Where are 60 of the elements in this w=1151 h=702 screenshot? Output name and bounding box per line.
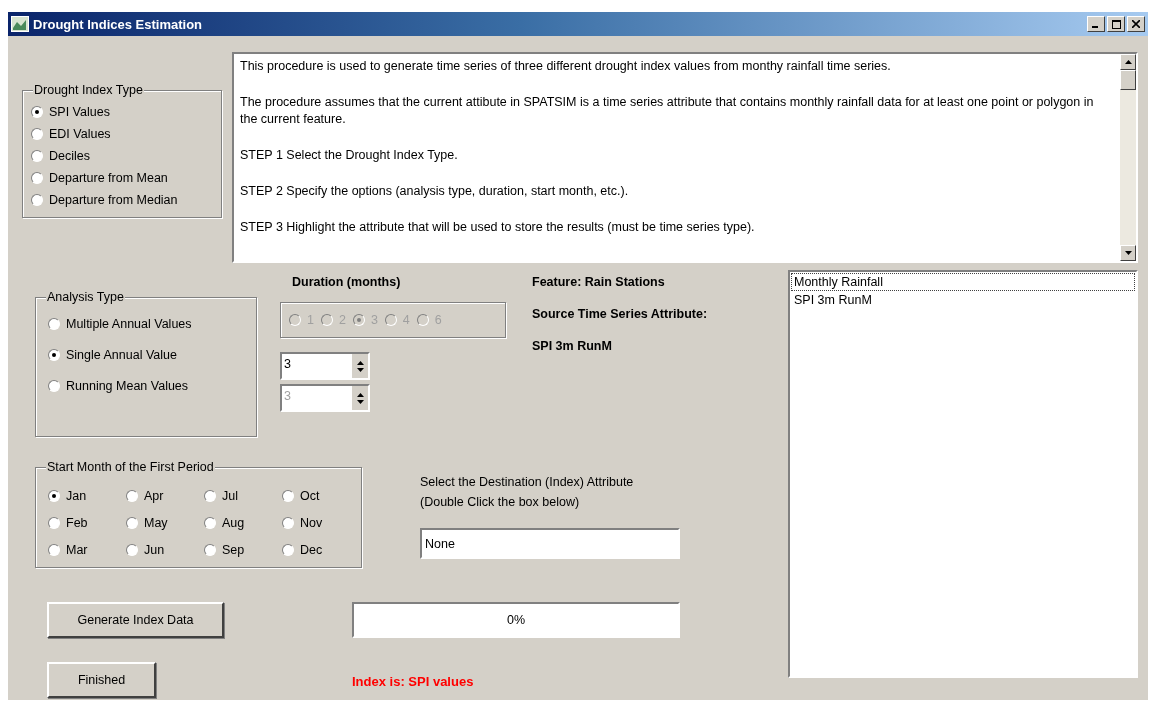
- description-paragraph: STEP 3 Highlight the attribute that will be used to store the results (must be time series type).: [240, 219, 756, 236]
- group-label: Drought Index Type: [33, 83, 144, 97]
- description-paragraph: The procedure assumes that the current attibute in SPATSIM is a time series attribute that contains monthly rainfall data for at least one point or polygon in the current feature.: [240, 94, 1095, 128]
- month-radio[interactable]: Oct: [282, 482, 360, 509]
- destination-instruction: (Double Click the box below): [420, 494, 581, 511]
- description-text-area[interactable]: [232, 52, 1138, 263]
- month-radio[interactable]: Feb: [48, 509, 126, 536]
- month-radio[interactable]: Jun: [126, 536, 204, 563]
- month-radio[interactable]: Apr: [126, 482, 204, 509]
- analysis-type-radio[interactable]: Multiple Annual Values: [48, 317, 256, 331]
- month-radio[interactable]: Nov: [282, 509, 360, 536]
- up-arrow-icon: [356, 360, 364, 365]
- vertical-scrollbar[interactable]: [1120, 54, 1136, 261]
- feature-info-text: Feature: Rain Stations: [532, 275, 666, 289]
- month-radio[interactable]: Aug: [204, 509, 282, 536]
- up-arrow-icon: [356, 392, 364, 397]
- attribute-list[interactable]: Monthly Rainfall SPI 3m RunM: [788, 270, 1138, 678]
- minimize-button[interactable]: [1087, 16, 1105, 32]
- maximize-button[interactable]: [1107, 16, 1125, 32]
- group-label: Analysis Type: [46, 290, 125, 304]
- status-text: Index is: SPI values: [352, 674, 474, 689]
- close-icon: [1132, 20, 1140, 28]
- description-paragraph: This procedure is used to generate time series of three different drought index values from monthy rainfall time series.: [240, 58, 892, 75]
- destination-instruction: Select the Destination (Index) Attribute: [420, 474, 635, 491]
- down-arrow-icon: [356, 399, 364, 404]
- up-arrow-icon: [1124, 60, 1132, 64]
- month-radio[interactable]: Jul: [204, 482, 282, 509]
- month-radio[interactable]: Mar: [48, 536, 126, 563]
- attribute-item[interactable]: Monthly Rainfall: [791, 273, 1135, 291]
- attribute-item[interactable]: SPI 3m RunM: [791, 291, 1135, 309]
- month-radio[interactable]: May: [126, 509, 204, 536]
- duration-label: Duration (months): [292, 275, 402, 289]
- group-label: Start Month of the First Period: [46, 460, 215, 474]
- destination-field[interactable]: None: [420, 528, 680, 559]
- feature-info-text: Source Time Series Attribute:: [532, 307, 708, 321]
- scroll-thumb[interactable]: [1120, 70, 1136, 90]
- generate-button[interactable]: Generate Index Data: [47, 602, 224, 638]
- feature-info-text: SPI 3m RunM: [532, 339, 613, 353]
- description-paragraph: STEP 1 Select the Drought Index Type.: [240, 147, 459, 164]
- close-button[interactable]: [1127, 16, 1145, 32]
- scroll-down-button[interactable]: [1120, 245, 1136, 261]
- maximize-icon: [1111, 19, 1121, 29]
- description-paragraph: STEP 2 Specify the options (analysis type, duration, start month, etc.).: [240, 183, 630, 200]
- finished-button[interactable]: Finished: [47, 662, 156, 698]
- index-type-radio[interactable]: EDI Values: [31, 127, 221, 141]
- month-radio[interactable]: Dec: [282, 536, 360, 563]
- window-title: Drought Indices Estimation: [33, 16, 203, 32]
- month-radio[interactable]: Jan: [48, 482, 126, 509]
- app-icon: [11, 16, 29, 32]
- index-type-radio[interactable]: Deciles: [31, 149, 221, 163]
- analysis-type-radio[interactable]: Running Mean Values: [48, 379, 256, 393]
- index-type-radio[interactable]: Departure from Median: [31, 193, 221, 207]
- index-type-radio[interactable]: Departure from Mean: [31, 171, 221, 185]
- scroll-up-button[interactable]: [1120, 54, 1136, 70]
- down-arrow-icon: [1124, 251, 1132, 255]
- analysis-type-radio[interactable]: Single Annual Value: [48, 348, 256, 362]
- down-arrow-icon: [356, 367, 364, 372]
- progress-text: 0%: [506, 613, 526, 627]
- index-type-radio[interactable]: SPI Values: [31, 105, 221, 119]
- month-radio[interactable]: Sep: [204, 536, 282, 563]
